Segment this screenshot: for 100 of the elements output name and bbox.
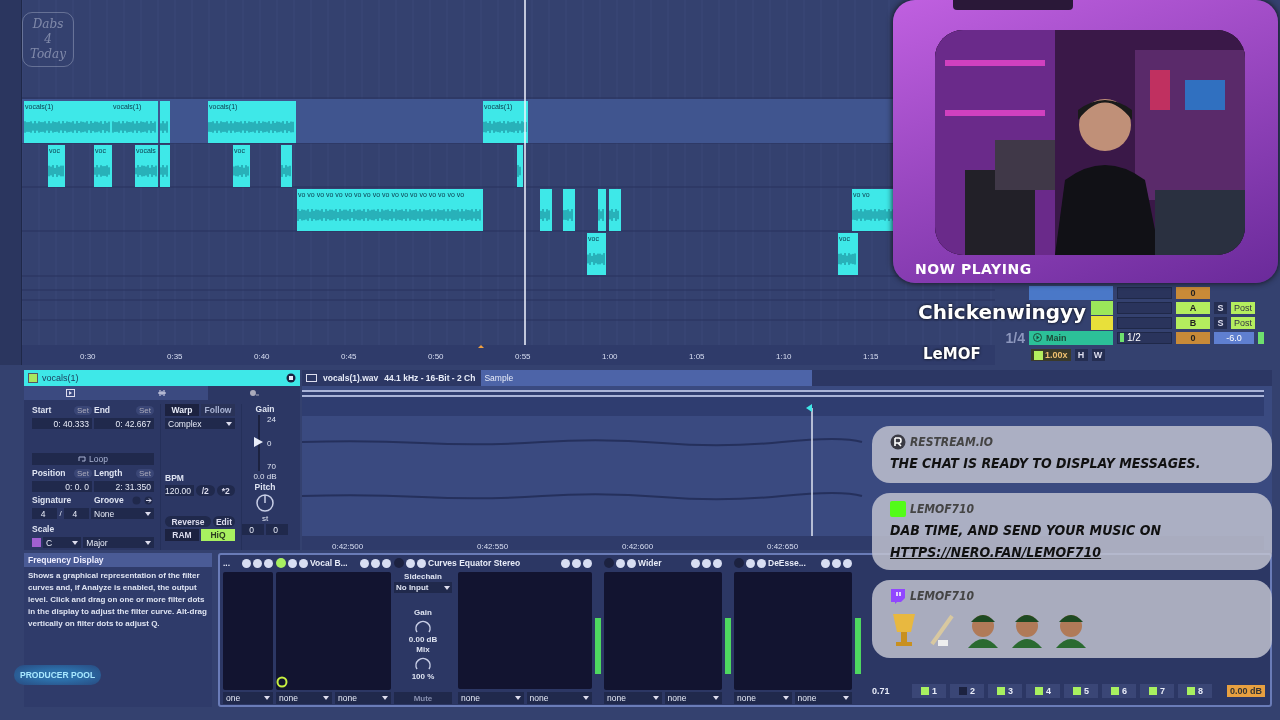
edit-button[interactable]: Edit: [212, 516, 235, 527]
audio-clip[interactable]: [540, 189, 552, 231]
length-field[interactable]: 2: 31.350: [94, 481, 154, 492]
q-value[interactable]: 0.71: [872, 686, 908, 696]
denominator-field[interactable]: 4: [63, 508, 89, 519]
pan-value[interactable]: 0: [1176, 331, 1210, 344]
position-field[interactable]: 0: 0. 0: [32, 481, 92, 492]
macro-dropdown[interactable]: none: [526, 692, 592, 704]
audio-clip[interactable]: [94, 145, 112, 187]
double-button[interactable]: *2: [216, 485, 235, 496]
end-field[interactable]: 0: 42.667: [94, 418, 154, 429]
input-field[interactable]: [1117, 316, 1172, 329]
power-button[interactable]: [276, 558, 286, 568]
band-toggle[interactable]: 4: [1026, 684, 1060, 698]
end-marker[interactable]: [806, 404, 813, 537]
macro-dropdown[interactable]: none: [458, 692, 524, 704]
clip-color-icon[interactable]: [28, 373, 38, 383]
band-toggle[interactable]: 2: [950, 684, 984, 698]
volume-value[interactable]: -6.0: [1214, 331, 1254, 344]
audio-clip[interactable]: [598, 189, 606, 231]
start-field[interactable]: 0: 40.333: [32, 418, 92, 429]
set-button[interactable]: Set: [136, 405, 154, 415]
macro-dropdown[interactable]: none: [664, 692, 722, 704]
audio-clip[interactable]: [483, 101, 528, 143]
view-button[interactable]: H: [1074, 349, 1088, 361]
groove-icons[interactable]: [132, 495, 154, 505]
band-toggle[interactable]: 1: [912, 684, 946, 698]
band-toggle[interactable]: 6: [1102, 684, 1136, 698]
post-button[interactable]: Post: [1231, 301, 1255, 314]
warp-button[interactable]: Warp: [165, 404, 199, 416]
audio-clip[interactable]: [297, 189, 483, 231]
input-field[interactable]: [1117, 286, 1172, 299]
audio-clip[interactable]: [563, 189, 575, 231]
track-slot[interactable]: Main: [1029, 330, 1113, 345]
play-icon[interactable]: [1033, 333, 1042, 342]
follow-button[interactable]: Follow: [201, 404, 235, 416]
post-button[interactable]: Post: [1231, 316, 1255, 329]
audio-clip[interactable]: [48, 145, 65, 187]
input-field[interactable]: [1117, 301, 1172, 314]
solo-button[interactable]: S: [1214, 316, 1227, 329]
speed-button[interactable]: 1.00x: [1031, 349, 1071, 361]
clip-header[interactable]: vocals(1): [24, 370, 300, 386]
audio-clip[interactable]: [112, 101, 158, 143]
audio-tab[interactable]: [116, 386, 208, 400]
audio-clip[interactable]: [135, 145, 158, 187]
macro-dropdown[interactable]: none: [604, 692, 662, 704]
audio-clip[interactable]: [160, 101, 170, 143]
audio-clip[interactable]: [160, 145, 170, 187]
routing-dropdown[interactable]: 1/2: [1117, 331, 1172, 344]
set-button[interactable]: Set: [74, 405, 92, 415]
band-toggle[interactable]: 5: [1064, 684, 1098, 698]
audio-clip[interactable]: [24, 101, 112, 143]
chat-link[interactable]: HTTPS://NERO.FAN/LEMOF710: [890, 544, 1254, 560]
audio-clip[interactable]: [233, 145, 250, 187]
sample-overview[interactable]: [302, 390, 1264, 416]
mute-button[interactable]: Mute: [394, 692, 452, 704]
time-ruler[interactable]: [22, 345, 995, 365]
macro-dropdown[interactable]: none: [335, 692, 391, 704]
loop-button[interactable]: Loop: [32, 453, 154, 465]
clip-tab[interactable]: [24, 386, 116, 400]
set-button[interactable]: Set: [136, 468, 154, 478]
view-button[interactable]: W: [1091, 349, 1105, 361]
numerator-field[interactable]: 4: [32, 508, 58, 519]
ram-button[interactable]: RAM: [165, 529, 199, 541]
hiq-button[interactable]: HiQ: [201, 529, 235, 541]
macro-dropdown[interactable]: none: [794, 692, 852, 704]
audio-clip[interactable]: [281, 145, 292, 187]
audio-clip[interactable]: [517, 145, 523, 187]
sidechain-dropdown[interactable]: No Input: [394, 582, 452, 593]
set-button[interactable]: Set: [74, 468, 92, 478]
gain-slider[interactable]: [254, 436, 264, 447]
half-button[interactable]: /2: [196, 485, 215, 496]
reverse-button[interactable]: Reverse: [165, 516, 211, 527]
dot-handle[interactable]: [276, 676, 288, 688]
solo-button[interactable]: S: [1214, 301, 1227, 314]
warp-mode-dropdown[interactable]: Complex: [165, 418, 235, 429]
sample-tab[interactable]: Sample: [481, 370, 812, 386]
audio-clip[interactable]: [609, 189, 621, 231]
clip-slot[interactable]: [1091, 300, 1113, 315]
pitch-knob[interactable]: [255, 493, 275, 513]
clip-slot[interactable]: [1029, 285, 1113, 300]
send-button[interactable]: A: [1176, 301, 1210, 314]
marker-icon[interactable]: [478, 345, 484, 348]
mix-knob[interactable]: [414, 655, 432, 671]
clip-slot[interactable]: [1091, 315, 1113, 330]
audio-clip[interactable]: [838, 233, 858, 275]
pan-value[interactable]: 0: [1176, 286, 1210, 299]
macro-dropdown[interactable]: none: [734, 692, 792, 704]
root-dropdown[interactable]: C: [43, 537, 82, 548]
band-toggle[interactable]: 3: [988, 684, 1022, 698]
gain-knob[interactable]: [414, 618, 432, 634]
audio-clip[interactable]: [852, 189, 895, 231]
groove-dropdown[interactable]: None: [91, 508, 154, 519]
send-button[interactable]: B: [1176, 316, 1210, 329]
macro-dropdown[interactable]: none: [276, 692, 332, 704]
mode-dropdown[interactable]: Major: [83, 537, 154, 548]
coarse-field[interactable]: 0: [242, 524, 264, 535]
band-toggle[interactable]: 7: [1140, 684, 1174, 698]
audio-clip[interactable]: [587, 233, 606, 275]
gain-value[interactable]: 0.00 dB: [1227, 685, 1265, 697]
